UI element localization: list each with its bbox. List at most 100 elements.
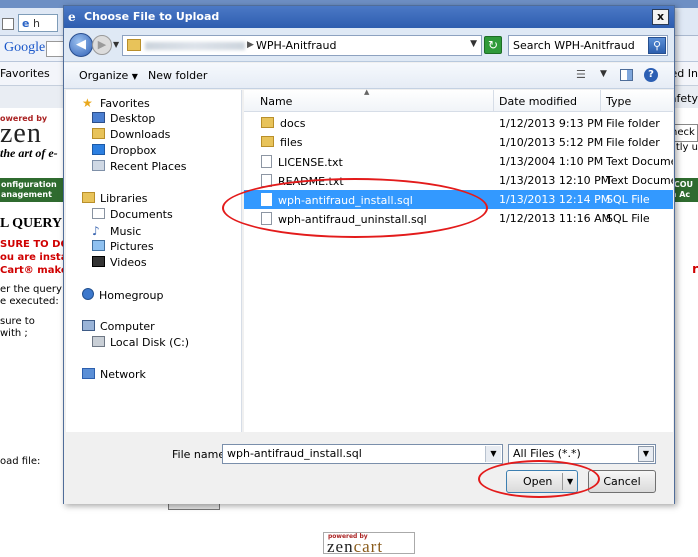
search-placeholder: Search WPH-Anitfraud [513, 39, 635, 52]
sql-file-icon [261, 212, 272, 225]
file-type: SQL File [606, 193, 650, 206]
file-row[interactable]: docs 1/12/2013 9:13 PM File folder [244, 114, 673, 133]
ie-address-field[interactable]: e h [18, 14, 58, 32]
nav-dropbox[interactable]: Dropbox [92, 144, 156, 157]
nav-favorites-label: Favorites [100, 97, 150, 110]
nav-local-disk[interactable]: Local Disk (C:) [92, 336, 189, 349]
star-icon: ★ [82, 96, 93, 110]
refresh-icon: ↻ [487, 38, 499, 52]
column-header-type[interactable]: Type [601, 90, 673, 112]
file-date: 1/13/2004 1:10 PM [499, 155, 604, 168]
nav-downloads[interactable]: Downloads [92, 128, 170, 141]
open-button-divider [562, 473, 563, 490]
close-button[interactable]: x [652, 9, 669, 25]
column-header-name-label: Name [260, 95, 293, 108]
nav-desktop[interactable]: Desktop [92, 112, 155, 125]
navigation-pane: ★ Favorites Desktop Downloads Dropbox Rec… [66, 90, 242, 432]
file-date: 1/13/2013 12:10 PM [499, 174, 611, 187]
instruction-line-1: er the query [0, 284, 62, 295]
nav-pictures[interactable]: Pictures [92, 240, 154, 253]
google-toolbar-brand: Google [4, 40, 46, 55]
file-date: 1/10/2013 5:12 PM [499, 136, 604, 149]
organize-label: Organize [79, 69, 129, 82]
videos-icon [92, 256, 105, 267]
ie-address-text: h [32, 17, 40, 30]
warning-right: r [692, 262, 698, 276]
nav-libraries-label: Libraries [100, 192, 148, 205]
nav-network-label: Network [100, 368, 146, 381]
file-type-dropdown-icon[interactable]: ▼ [638, 446, 654, 462]
open-button-label: Open [523, 475, 553, 488]
search-input[interactable]: Search WPH-Anitfraud ⚲ [508, 35, 668, 56]
column-header-name[interactable]: ▲ Name [244, 88, 494, 112]
file-row-selected[interactable]: wph-antifraud_install.sql 1/13/2013 12:1… [244, 190, 673, 209]
file-type: Text Document [606, 155, 673, 168]
nav-music-label: Music [110, 225, 142, 238]
file-name: README.txt [278, 175, 344, 188]
help-icon[interactable]: ? [644, 68, 658, 82]
back-button[interactable]: ◀ [69, 33, 93, 57]
file-row[interactable]: files 1/10/2013 5:12 PM File folder [244, 133, 673, 152]
file-row[interactable]: wph-antifraud_uninstall.sql 1/12/2013 11… [244, 209, 673, 228]
file-type-select[interactable]: All Files (*.*) ▼ [508, 444, 656, 464]
breadcrumb-separator-icon[interactable]: ▶ [247, 40, 254, 50]
nav-recent-places[interactable]: Recent Places [92, 160, 187, 173]
nav-music[interactable]: ♪ Music [92, 224, 141, 238]
search-icon[interactable]: ⚲ [648, 37, 666, 54]
nav-favorites[interactable]: ★ Favorites [82, 96, 150, 110]
warning-line-3: Cart® make [0, 265, 68, 276]
refresh-button[interactable]: ↻ [484, 36, 502, 54]
preview-pane-icon[interactable] [620, 69, 633, 81]
cancel-button[interactable]: Cancel [588, 470, 656, 493]
dropbox-icon [92, 144, 105, 155]
desktop-icon [92, 112, 105, 123]
nav-computer[interactable]: Computer [82, 320, 155, 333]
downloads-folder-icon [92, 128, 105, 139]
forward-button[interactable]: ▶ [92, 35, 112, 55]
history-dropdown-icon[interactable]: ▼ [113, 40, 119, 49]
file-type: File folder [606, 117, 660, 130]
file-list: ▲ Name Date modified Type docs 1/12/2013 … [244, 88, 673, 432]
warning-line-2: ou are insta [0, 252, 68, 263]
network-icon [82, 368, 95, 379]
file-row[interactable]: README.txt 1/13/2013 12:10 PM Text Docum… [244, 171, 673, 190]
file-name: docs [280, 117, 306, 130]
ie-checkbox[interactable] [2, 18, 14, 30]
forward-arrow-icon: ▶ [97, 38, 107, 51]
open-button[interactable]: Open ▼ [506, 470, 578, 493]
breadcrumb-current-folder[interactable]: WPH-Anitfraud [256, 39, 336, 52]
column-header-date[interactable]: Date modified [494, 90, 601, 112]
sql-file-icon [261, 193, 272, 206]
file-name-cell: LICENSE.txt [261, 155, 343, 169]
views-icon[interactable]: ☰ [576, 68, 590, 81]
file-name-input[interactable]: wph-antifraud_install.sql ▼ [222, 444, 503, 464]
file-date: 1/12/2013 9:13 PM [499, 117, 604, 130]
open-dropdown-icon[interactable]: ▼ [567, 477, 573, 486]
file-name-cell: wph-antifraud_uninstall.sql [261, 212, 427, 226]
address-dropdown-icon[interactable]: ▼ [470, 39, 477, 49]
file-row[interactable]: LICENSE.txt 1/13/2004 1:10 PM Text Docum… [244, 152, 673, 171]
instruction-line-2: e executed: [0, 296, 59, 307]
address-bar[interactable]: ▶ WPH-Anitfraud ▼ [122, 35, 482, 56]
instruction-line-4: with ; [0, 328, 28, 339]
nav-computer-label: Computer [100, 320, 155, 333]
new-folder-button[interactable]: New folder [148, 69, 207, 82]
nav-homegroup[interactable]: Homegroup [82, 288, 163, 302]
dialog-footer: File name: wph-antifraud_install.sql ▼ A… [64, 434, 674, 504]
menu-configuration[interactable]: onfiguration anagement [1, 180, 57, 200]
file-name: wph-antifraud_uninstall.sql [278, 213, 427, 226]
redacted-path [145, 42, 245, 50]
favorites-bar-label[interactable]: Favorites [0, 67, 50, 80]
documents-icon [92, 208, 105, 219]
menu-management-label: anagement [1, 190, 52, 199]
file-name-dropdown-icon[interactable]: ▼ [485, 446, 501, 462]
nav-videos[interactable]: Videos [92, 256, 147, 269]
views-dropdown-icon[interactable]: ▼ [600, 69, 607, 79]
nav-network[interactable]: Network [82, 368, 146, 381]
nav-downloads-label: Downloads [110, 128, 171, 141]
organize-button[interactable]: Organize ▼ [79, 69, 138, 82]
nav-libraries[interactable]: Libraries [82, 192, 148, 205]
nav-documents[interactable]: Documents [92, 208, 173, 221]
ie-logo-icon: e [22, 17, 30, 30]
dialog-titlebar[interactable]: e Choose File to Upload x [64, 6, 674, 28]
